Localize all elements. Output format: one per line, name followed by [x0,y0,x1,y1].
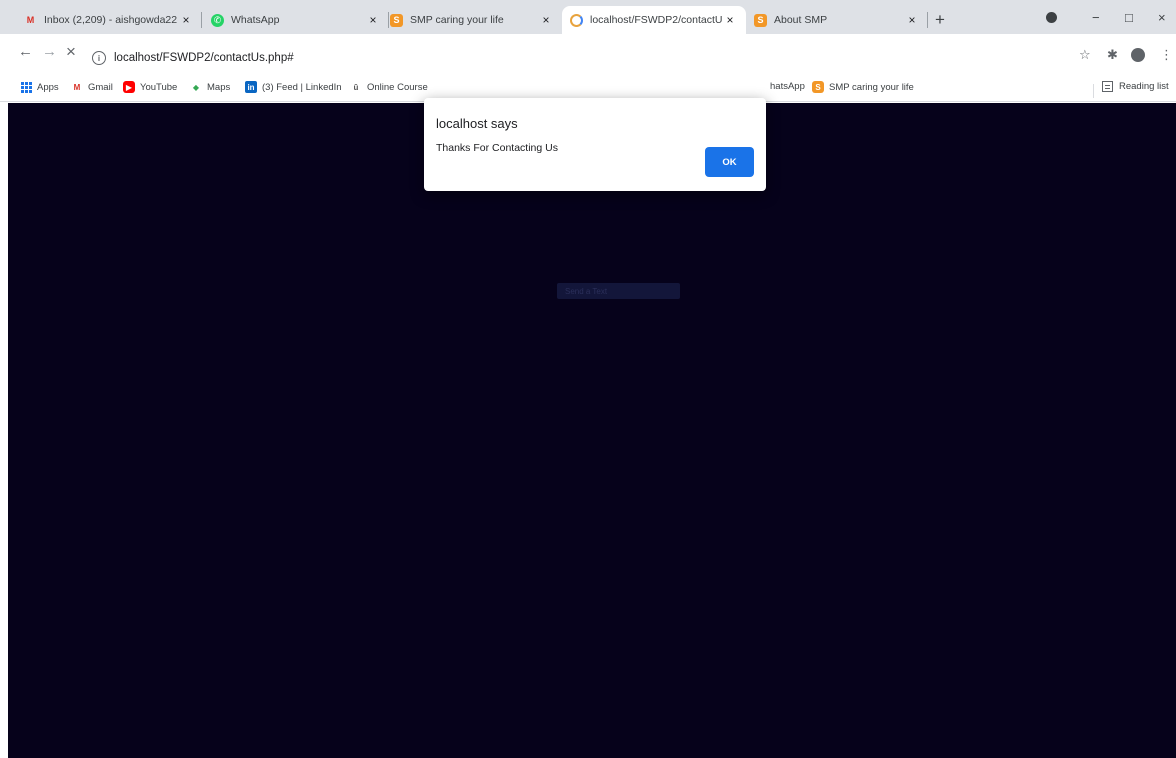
faded-page-button[interactable]: Send a Text [557,283,680,299]
faded-button-label: Send a Text [565,286,608,296]
youtube-icon: ▶ [123,81,135,93]
bookmarks-divider [1093,84,1094,98]
profile-avatar-icon[interactable] [1131,48,1145,62]
loading-icon [570,13,583,27]
bookmark-linkedin[interactable]: in (3) Feed | LinkedIn [245,81,342,93]
smp-icon: S [390,13,403,27]
maximize-button[interactable]: □ [1125,10,1133,25]
tab-divider [201,12,202,28]
bookmark-label: SMP caring your life [829,81,914,93]
url-text[interactable]: localhost/FSWDP2/contactUs.php# [114,52,294,64]
bookmark-whatsapp[interactable]: hatsApp [770,81,805,92]
extensions-icon[interactable]: ✱ [1107,47,1118,63]
new-tab-button[interactable]: + [935,11,945,28]
gmail-icon: M [26,15,35,25]
maps-icon: ◆ [192,82,200,92]
tab-title: localhost/FSWDP2/contactUs.ph [590,14,722,26]
apps-grid-icon [20,81,32,93]
site-info-icon[interactable]: i [92,51,106,65]
record-icon[interactable] [1046,12,1057,23]
bookmark-online-course[interactable]: ū Online Course [350,81,428,93]
online-course-icon: ū [353,82,359,92]
smp-icon: S [812,81,824,93]
back-button[interactable]: ← [18,44,33,60]
tab-gmail[interactable]: M Inbox (2,209) - aishgowda22@gr × [16,6,202,34]
bookmark-label: hatsApp [770,81,805,92]
tab-whatsapp[interactable]: ✆ WhatsApp × [203,6,389,34]
bookmark-label: (3) Feed | LinkedIn [262,81,342,93]
window-close-button[interactable]: × [1158,10,1166,25]
tab-title: About SMP [774,14,828,26]
close-icon[interactable]: × [538,13,554,27]
bookmark-label: Online Course [367,81,428,93]
ok-button[interactable]: OK [705,147,754,177]
bookmark-label: Maps [207,81,231,93]
whatsapp-icon: ✆ [211,13,224,27]
close-icon[interactable]: × [904,13,920,27]
page-viewport [8,103,1176,758]
more-menu-icon[interactable]: ⋮ [1160,47,1173,63]
bookmark-gmail[interactable]: M Gmail [71,81,113,93]
close-icon[interactable]: × [722,13,738,27]
star-icon[interactable]: ☆ [1079,47,1091,63]
tab-title: Inbox (2,209) - aishgowda22@gr [44,14,178,26]
bookmark-youtube[interactable]: ▶ YouTube [123,81,177,93]
reading-list-icon [1102,81,1113,92]
bookmark-label: Gmail [88,81,113,93]
bookmark-smp[interactable]: S SMP caring your life [812,81,914,93]
tab-about-smp[interactable]: S About SMP × [746,6,928,34]
reading-list-label: Reading list [1119,81,1169,92]
tab-contactus[interactable]: localhost/FSWDP2/contactUs.ph × [562,6,746,34]
dialog-title: localhost says [436,116,518,131]
bookmark-apps[interactable]: Apps [20,81,59,93]
tab-title: SMP caring your life [410,14,504,26]
linkedin-icon: in [245,81,257,93]
alert-dialog: localhost says Thanks For Contacting Us … [424,98,766,191]
stop-loading-button[interactable]: × [66,43,76,60]
address-bar[interactable]: i localhost/FSWDP2/contactUs.php# [92,46,1062,70]
dialog-message: Thanks For Contacting Us [436,142,558,154]
bookmark-maps[interactable]: ◆ Maps [190,81,230,93]
reading-list-button[interactable]: Reading list [1102,81,1169,92]
forward-button[interactable]: → [42,44,57,60]
smp-icon: S [754,13,767,27]
close-icon[interactable]: × [365,13,381,27]
gmail-icon: M [73,82,81,92]
tab-title: WhatsApp [231,14,280,26]
bookmark-label: YouTube [140,81,178,93]
tab-smp[interactable]: S SMP caring your life × [382,6,562,34]
tab-divider [927,12,928,28]
minimize-button[interactable]: − [1092,10,1100,25]
close-icon[interactable]: × [178,13,194,27]
bookmark-label: Apps [37,81,59,93]
